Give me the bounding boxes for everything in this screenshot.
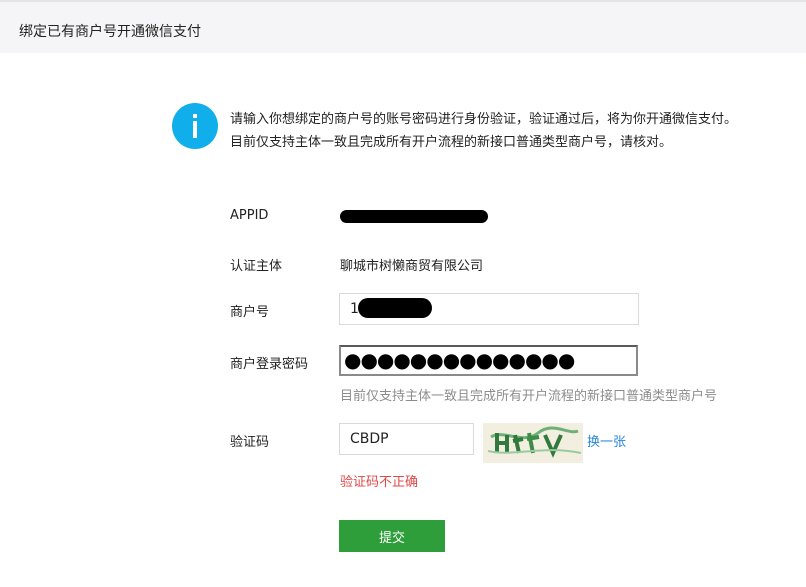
password-hint: 目前仅支持主体一致且完成所有开户流程的新接口普通类型商户号 — [340, 389, 718, 404]
page-header: 绑定已有商户号开通微信支付 — [0, 0, 806, 53]
page-title: 绑定已有商户号开通微信支付 — [19, 24, 201, 40]
appid-label: APPID — [230, 208, 269, 223]
password-label: 商户登录密码 — [230, 357, 309, 372]
info-icon — [172, 103, 218, 149]
subject-label: 认证主体 — [230, 259, 283, 274]
refresh-captcha-link[interactable]: 换一张 — [587, 431, 626, 450]
merchant-id-redaction — [358, 298, 432, 318]
notice-line-2: 目前仅支持主体一致且完成所有开户流程的新接口普通类型商户号，请核对。 — [230, 135, 673, 150]
password-input[interactable]: ●●●●●●●●●●●●●● — [339, 345, 638, 376]
notice-line-1: 请输入你想绑定的商户号的账号密码进行身份验证，验证通过后，将为你开通微信支付。 — [230, 112, 738, 127]
appid-redaction — [340, 210, 488, 223]
captcha-label: 验证码 — [230, 435, 270, 450]
captcha-error: 验证码不正确 — [340, 475, 419, 490]
captcha-image — [483, 423, 583, 463]
password-mask: ●●●●●●●●●●●●●● — [344, 348, 575, 372]
captcha-input[interactable]: CBDP — [339, 423, 474, 455]
subject-value: 聊城市树懒商贸有限公司 — [340, 259, 484, 274]
captcha-value: CBDP — [350, 431, 389, 447]
submit-button[interactable]: 提交 — [339, 520, 445, 552]
merchant-id-label: 商户号 — [230, 305, 270, 320]
